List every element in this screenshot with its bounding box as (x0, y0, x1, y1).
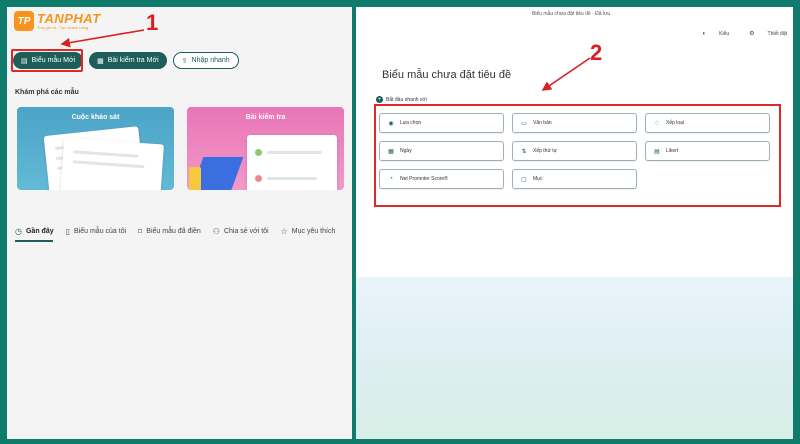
rating-icon: ♢ (654, 120, 660, 127)
survey-template-card[interactable]: Cuộc khảo sát (17, 107, 174, 190)
logo-name: TANPHAT (37, 11, 101, 26)
quick-import-button[interactable]: ⇪ Nhập nhanh (172, 52, 239, 69)
form-toolbar: ◐ Kiểu ⚙ Thiết đặt (683, 30, 788, 38)
forms-tabs: ◷ Gần đây ▯ Biểu mẫu của tôi ⌑ Biểu mẫu … (15, 227, 347, 236)
nps-icon: ◔ (389, 176, 393, 182)
option-rating[interactable]: ♢ Xếp loại (645, 113, 770, 133)
section-icon: ▢ (521, 176, 527, 183)
gear-icon: ⚙ (749, 31, 755, 37)
tab-shared-with-me[interactable]: ⚇ Chia sẻ với tôi (213, 227, 269, 236)
quiz-doc-illustration (247, 135, 337, 190)
cross-icon (255, 175, 262, 182)
quiz-template-card[interactable]: Bài kiểm tra (187, 107, 344, 190)
doc-icon: ▯ (65, 227, 71, 236)
style-button[interactable]: ◐ Kiểu (693, 30, 730, 37)
clock-icon: ◷ (15, 227, 22, 236)
ranking-icon: ⇅ (521, 148, 527, 155)
people-icon: ⚇ (212, 227, 220, 236)
decorative-gradient-background (356, 277, 793, 439)
option-nps[interactable]: ◔ Net Promoter Score® (379, 169, 504, 189)
quiz-yellow-shape (189, 167, 201, 190)
calendar-icon: ▦ (388, 148, 394, 155)
quiz-icon: ▦ (97, 57, 104, 65)
right-panel: Biểu mẫu chưa đặt tiêu đề · Đã lưu ◐ Kiể… (356, 7, 793, 439)
quick-start-heading: + Bắt đầu nhanh với (376, 96, 427, 103)
form-title[interactable]: Biểu mẫu chưa đặt tiêu đề (382, 69, 511, 81)
check-icon (255, 149, 262, 156)
question-type-grid: ◉ Lựa chọn ▭ Văn bản ♢ Xếp loại ▦ Ngày ⇅… (379, 113, 775, 189)
tab-recent[interactable]: ◷ Gần đây (15, 227, 54, 236)
option-choice[interactable]: ◉ Lựa chọn (379, 113, 504, 133)
tab-filled-forms[interactable]: ⌑ Biểu mẫu đã điền (138, 227, 201, 236)
logo-mark-icon: TP (14, 11, 34, 31)
highlight-box-new-form (11, 49, 83, 72)
radio-icon: ◉ (388, 120, 394, 127)
palette-icon: ◐ (702, 30, 707, 37)
bookmark-icon: ⌑ (138, 227, 143, 236)
settings-button[interactable]: ⚙ Thiết đặt (739, 30, 787, 38)
left-panel: TP TANPHAT Trao giá trị - Tạo khách hàng… (7, 7, 352, 439)
tanphat-logo: TP TANPHAT Trao giá trị - Tạo khách hàng (14, 11, 101, 31)
option-section[interactable]: ▢ Mục (512, 169, 637, 189)
option-likert[interactable]: ▤ Likert (645, 141, 770, 161)
tab-favorites[interactable]: ☆ Mục yêu thích (281, 227, 336, 236)
topbar-title: Biểu mẫu chưa đặt tiêu đề · Đã lưu (532, 11, 611, 17)
explore-templates-heading: Khám phá các mẫu (15, 89, 79, 96)
logo-tagline: Trao giá trị - Tạo khách hàng (37, 25, 89, 30)
text-icon: ▭ (521, 120, 527, 127)
active-tab-indicator (15, 240, 53, 242)
option-ranking[interactable]: ⇅ Xếp thứ tự (512, 141, 637, 161)
option-date[interactable]: ▦ Ngày (379, 141, 504, 161)
topbar: Biểu mẫu chưa đặt tiêu đề · Đã lưu (356, 7, 793, 27)
tab-my-forms[interactable]: ▯ Biểu mẫu của tôi (66, 227, 127, 236)
likert-icon: ▤ (654, 148, 660, 155)
import-icon: ⇪ (181, 57, 188, 65)
annotation-number-1: 1 (146, 10, 159, 35)
star-icon: ☆ (280, 227, 288, 236)
new-quiz-button[interactable]: ▦ Bài kiểm tra Mới (89, 52, 167, 69)
annotation-number-2: 2 (590, 40, 603, 65)
option-text[interactable]: ▭ Văn bản (512, 113, 637, 133)
plus-icon: + (376, 96, 383, 103)
